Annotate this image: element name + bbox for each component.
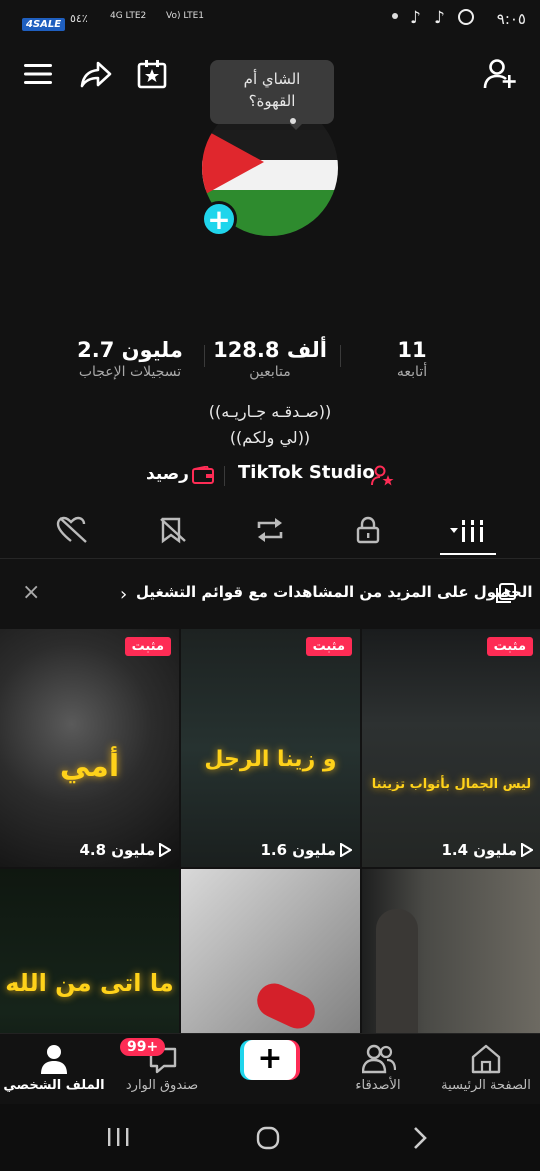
following-stat[interactable]: 11 أتابعه	[380, 338, 444, 380]
tab-private[interactable]	[338, 506, 398, 554]
bio-line-2: ((لي ولكم))	[229, 428, 311, 447]
following-count: 11	[397, 338, 427, 362]
friends-icon	[362, 1044, 396, 1074]
pinned-badge: مثبت	[486, 637, 533, 656]
tabs-divider	[0, 558, 540, 559]
recent-apps-icon[interactable]	[106, 1126, 130, 1152]
balance-label: رصيد	[146, 464, 189, 484]
view-count-text: 1.6 مليون	[260, 841, 336, 859]
plus-icon: +	[244, 1040, 296, 1080]
followers-label: متابعين	[249, 364, 291, 380]
notification-dot-icon	[392, 13, 398, 19]
status-bar: 4SALE ٥٤٪ 4G LTE2 Vo) LTE1 ♪ ♪ ٩:٠٥	[0, 0, 540, 44]
share-icon[interactable]	[76, 54, 116, 94]
view-count-text: 1.4 مليون	[441, 841, 517, 859]
nav-profile[interactable]: الملف الشخصي	[0, 1034, 108, 1104]
video-tile[interactable]: أمي مثبت 4.8 مليون	[0, 629, 179, 867]
video-tile[interactable]: و زينا الرجل مثبت 1.6 مليون	[181, 629, 360, 867]
nav-home-label: الصفحة الرئيسية	[441, 1078, 531, 1093]
chevron-icon: ›	[120, 584, 128, 605]
banner-text: الحصول على المزيد من المشاهدات مع قوائم …	[136, 583, 533, 601]
home-button-icon[interactable]	[256, 1126, 280, 1154]
tab-videos[interactable]	[438, 506, 498, 554]
system-nav-bar	[0, 1104, 540, 1171]
stat-divider	[204, 345, 205, 367]
view-count-text: 4.8 مليون	[79, 841, 155, 859]
following-label: أتابعه	[396, 364, 428, 380]
followers-stat[interactable]: 128.8 ألف متابعين	[208, 338, 332, 380]
nav-profile-label: الملف الشخصي	[3, 1078, 105, 1093]
inbox-badge: 99+	[120, 1038, 166, 1056]
note-dot-icon	[290, 118, 296, 124]
note-line-1: الشاي أم	[243, 70, 301, 88]
view-count: 1.4 مليون	[441, 841, 533, 859]
nav-home[interactable]: الصفحة الرئيسية	[432, 1034, 540, 1104]
play-icon	[159, 843, 171, 857]
tiktok-icon: ♪	[410, 8, 421, 28]
view-count: 4.8 مليون	[79, 841, 171, 859]
pinned-badge: مثبت	[305, 637, 352, 656]
home-icon	[471, 1044, 501, 1074]
menu-icon[interactable]	[18, 54, 58, 94]
tiktok-studio-link[interactable]: TikTok Studio	[238, 462, 375, 483]
create-button[interactable]: +	[240, 1040, 300, 1080]
calendar-star-icon[interactable]	[132, 54, 172, 94]
battery-percent: ٥٤٪	[70, 12, 88, 25]
video-title: أمي	[59, 749, 120, 784]
playlist-banner[interactable]: × › الحصول على المزيد من المشاهدات مع قو…	[0, 570, 540, 616]
stat-divider	[340, 345, 341, 367]
close-icon[interactable]: ×	[22, 580, 40, 605]
active-tab-indicator	[440, 553, 496, 555]
whatsapp-icon	[458, 9, 474, 25]
status-note-bubble[interactable]: الشاي أم القهوة؟	[210, 60, 334, 130]
bio-line-1: ((صـدقـه جـاريـه))	[208, 402, 332, 421]
tiktok-studio-label: TikTok Studio	[238, 462, 375, 483]
bottom-nav: الملف الشخصي صندوق الوارد + الأصدقاء الص…	[0, 1033, 540, 1104]
pinned-badge: مثبت	[124, 637, 171, 656]
nav-friends-label: الأصدقاء	[355, 1078, 401, 1093]
add-avatar-button[interactable]: +	[201, 201, 237, 237]
playlist-icon	[496, 583, 516, 607]
play-icon	[521, 843, 533, 857]
network-label-2: Vo) LTE1	[166, 11, 205, 21]
video-tile[interactable]: ليس الجمال بأثواب تزيننا مثبت 1.4 مليون	[362, 629, 540, 867]
video-title: ليس الجمال بأثواب تزيننا	[371, 777, 532, 792]
nav-inbox-label: صندوق الوارد	[125, 1078, 199, 1093]
link-divider	[224, 466, 225, 486]
tab-favorites[interactable]	[143, 506, 203, 554]
studio-person-star-icon	[371, 465, 395, 491]
likes-label: تسجيلات الإعجاب	[78, 364, 182, 380]
brand-logo: 4SALE	[22, 18, 66, 31]
tab-reposts[interactable]	[240, 506, 300, 554]
followers-count: 128.8 ألف	[213, 338, 327, 362]
likes-stat[interactable]: 2.7 مليون تسجيلات الإعجاب	[60, 338, 200, 380]
profile-icon	[41, 1045, 67, 1074]
status-time: ٩:٠٥	[496, 10, 526, 28]
video-thumbnail-hand	[251, 977, 321, 1035]
likes-count: 2.7 مليون	[77, 338, 183, 362]
add-friend-icon[interactable]	[480, 54, 520, 94]
wallet-icon	[192, 465, 214, 488]
note-line-2: القهوة؟	[248, 92, 296, 110]
play-icon	[340, 843, 352, 857]
video-title: ما اتى من الله	[5, 969, 174, 997]
tab-liked[interactable]	[43, 506, 103, 554]
back-icon[interactable]	[410, 1126, 430, 1154]
video-grid: أمي مثبت 4.8 مليون و زينا الرجل مثبت 1.6…	[0, 629, 540, 1107]
network-label-1: 4G LTE2	[110, 11, 147, 21]
balance-link[interactable]: رصيد	[146, 464, 189, 484]
profile-tabs	[0, 506, 540, 556]
view-count: 1.6 مليون	[260, 841, 352, 859]
tiktok-icon: ♪	[434, 8, 445, 28]
video-title: و زينا الرجل	[204, 747, 337, 772]
nav-friends[interactable]: الأصدقاء	[324, 1034, 432, 1104]
